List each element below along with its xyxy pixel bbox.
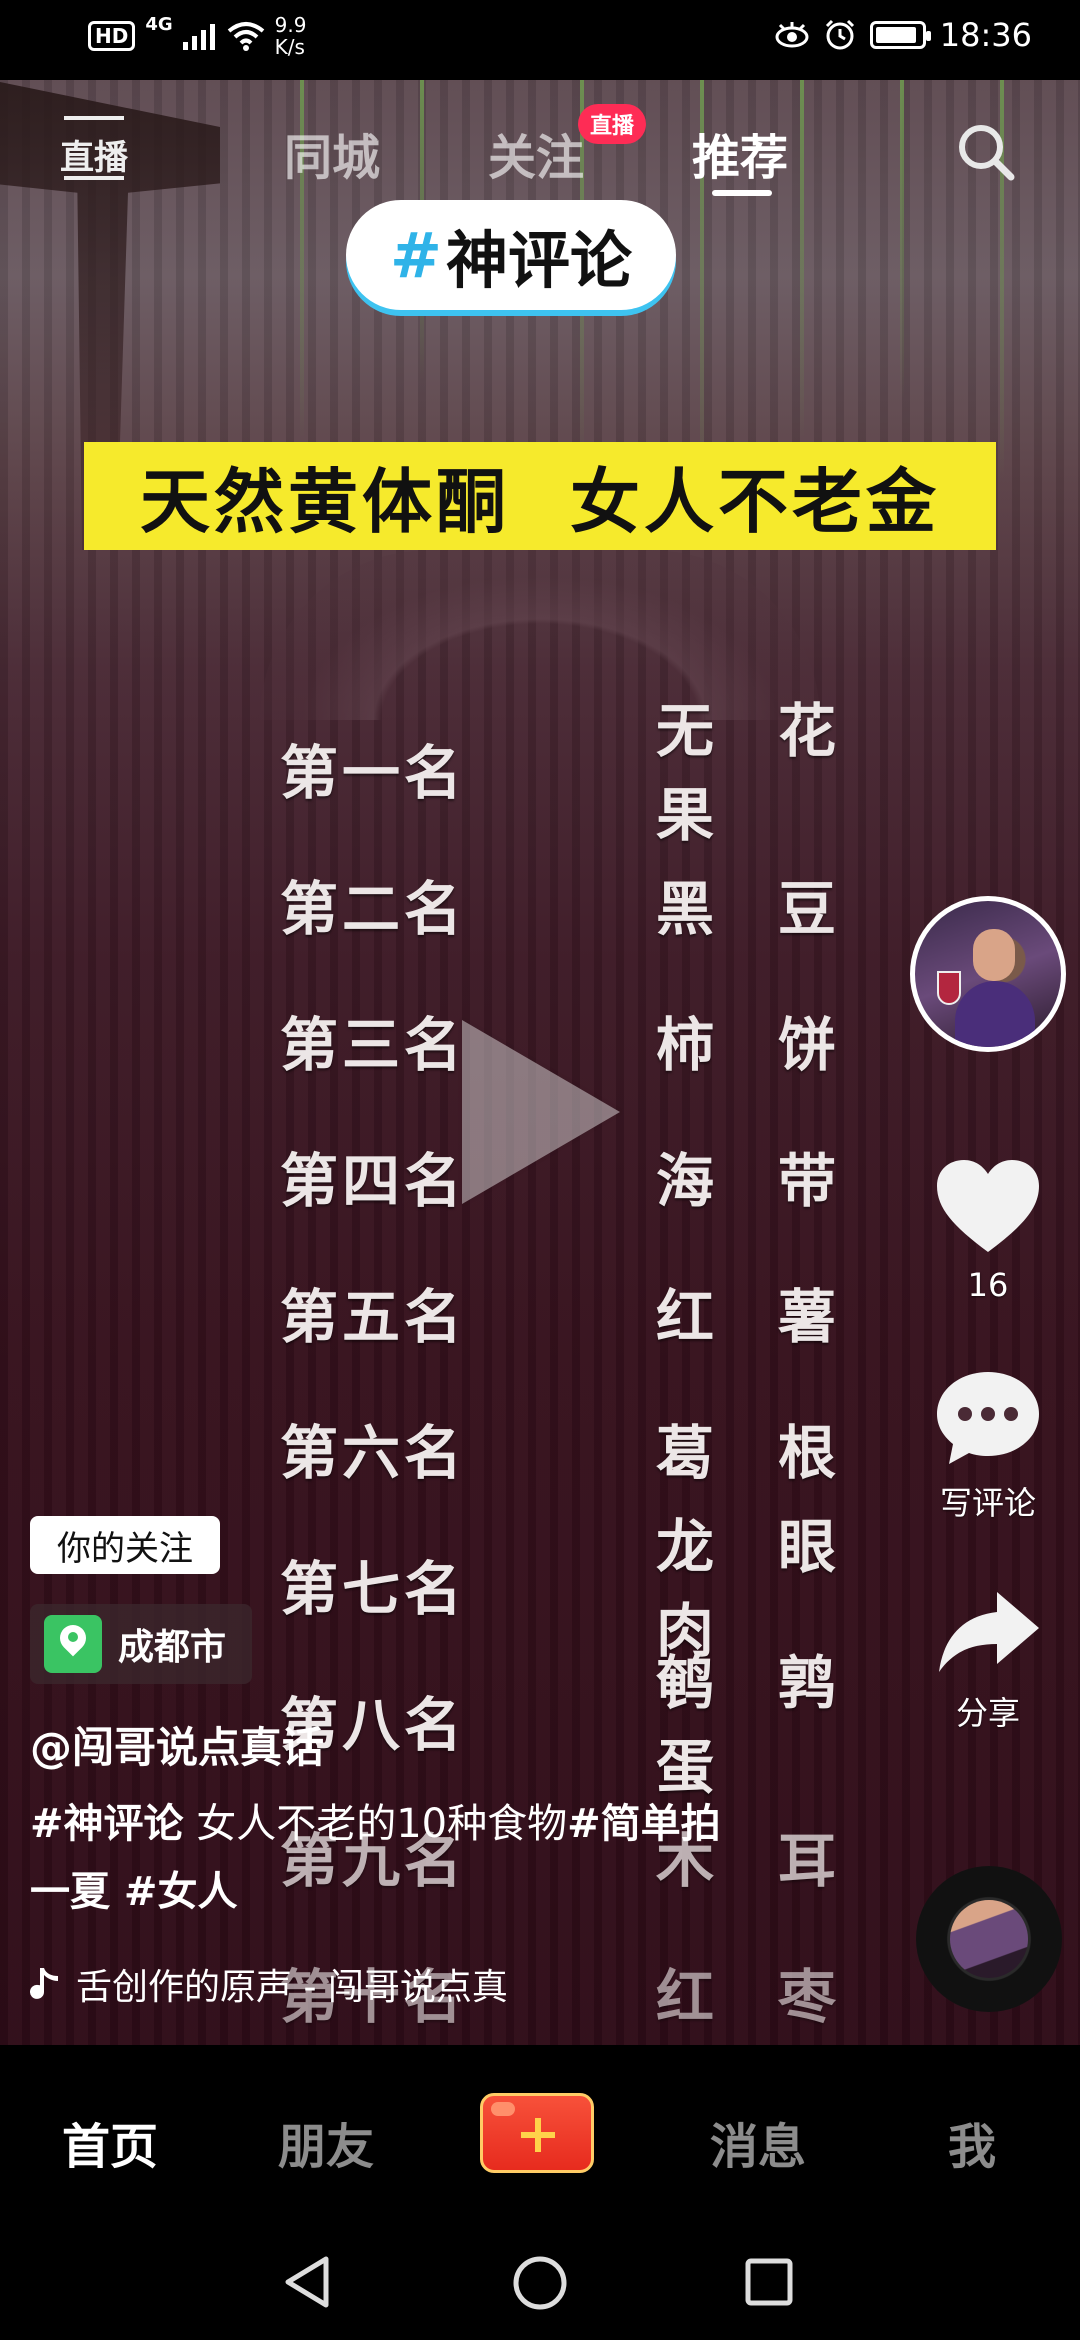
rank-label: 第二名 [280, 875, 467, 943]
comment-icon [937, 1372, 1039, 1464]
share-label: 分享 [955, 1694, 1020, 1732]
music-note-icon [30, 1968, 58, 1999]
rank-food: 柿饼 [656, 1011, 840, 1079]
rank-food: 黑豆 [656, 875, 840, 943]
location-pin-icon [44, 1615, 102, 1673]
top-nav: 直播 同城 关注 直播 推荐 [0, 80, 1080, 220]
live-icon-bar [64, 176, 124, 180]
alarm-icon [825, 19, 854, 50]
hd-icon: HD [88, 21, 136, 51]
tab-recommended[interactable]: 推荐 [692, 118, 788, 188]
music-info[interactable]: 舌创作的原声 - 闯哥说点真 [30, 1958, 508, 2010]
ranking-row: 第一名 无花果 [280, 697, 840, 849]
tab-following[interactable]: 关注 [488, 118, 584, 188]
caption-hashtag[interactable]: #女人 [110, 1869, 238, 1915]
avatar-figure [955, 981, 1035, 1047]
rank-label: 第七名 [280, 1555, 467, 1623]
create-ribbon [491, 2102, 515, 2116]
music-disc-cover [950, 1900, 1028, 1978]
rank-food: 无花果 [656, 697, 840, 849]
eye-icon [775, 22, 809, 48]
status-right: 18:36 [774, 16, 1032, 54]
share-button[interactable]: 分享 [930, 1588, 1046, 1734]
back-icon[interactable] [282, 2255, 332, 2309]
author-name[interactable]: @闯哥说点真话 [30, 1714, 324, 1775]
rank-label: 第一名 [280, 739, 467, 807]
wifi-icon [227, 22, 264, 51]
live-icon-label: 直播 [60, 138, 128, 178]
rank-label: 第五名 [280, 1283, 467, 1351]
ranking-row: 第八名 鹌鹑蛋 [280, 1649, 840, 1801]
tab-home[interactable]: 首页 [62, 2107, 158, 2177]
hashtag-symbol: # [390, 218, 442, 292]
speed-unit: K/s [274, 35, 305, 59]
banner-right: 女人不老金 [570, 459, 940, 543]
rank-label: 第六名 [280, 1419, 467, 1487]
rank-food: 红枣 [656, 1963, 840, 2031]
tab-messages[interactable]: 消息 [710, 2107, 806, 2177]
like-button[interactable]: 16 [930, 1156, 1046, 1304]
active-tab-indicator [712, 190, 772, 196]
rank-food: 红薯 [656, 1283, 840, 1351]
network-speed: 9.9 K/s [275, 14, 307, 58]
system-nav-bar [0, 2225, 1080, 2340]
comment-button[interactable]: 写评论 [930, 1368, 1046, 1524]
ranking-row: 第五名 红薯 [280, 1244, 840, 1380]
rank-food: 鹌鹑蛋 [656, 1649, 840, 1801]
avatar-wine-glass [937, 971, 961, 1005]
author-avatar[interactable] [910, 896, 1066, 1052]
comment-label: 写评论 [939, 1484, 1036, 1522]
status-left: HD 4G 9.9 K/s [88, 14, 306, 58]
rank-label: 第四名 [280, 1147, 467, 1215]
ranking-row: 第七名 龙眼肉 [280, 1513, 840, 1665]
ranking-row: 第二名 黑豆 [280, 836, 840, 972]
status-bar: HD 4G 9.9 K/s 18:36 [0, 0, 1080, 80]
location-tag[interactable]: 成都市 [30, 1604, 252, 1684]
hashtag-text: 神评论 [445, 224, 632, 297]
ranking-row: 第六名 葛根 [280, 1380, 840, 1516]
banner-left: 天然黄体酮 [140, 459, 510, 543]
music-text: 舌创作的原声 - 闯哥说点真 [76, 1967, 508, 2008]
location-text: 成都市 [118, 1627, 227, 1668]
like-count: 16 [967, 1266, 1009, 1304]
tab-friends[interactable]: 朋友 [278, 2107, 374, 2177]
title-banner: 天然黄体酮 女人不老金 [84, 442, 996, 550]
clock: 18:36 [939, 16, 1032, 54]
battery-icon [869, 21, 931, 49]
network-type: 4G [145, 14, 173, 35]
bottom-tab-bar: 首页 朋友 消息 我 [0, 2045, 1080, 2225]
signal-icon [182, 24, 215, 50]
live-button[interactable]: 直播 [60, 110, 128, 184]
share-arrow-icon [939, 1592, 1039, 1672]
tab-me[interactable]: 我 [948, 2107, 996, 2177]
music-disc[interactable] [916, 1866, 1062, 2012]
recents-icon[interactable] [744, 2257, 794, 2307]
follow-tag: 你的关注 [30, 1516, 220, 1574]
rank-food: 葛根 [656, 1419, 840, 1487]
search-icon[interactable] [956, 122, 1016, 182]
speed-value: 9.9 [274, 13, 307, 37]
caption-text: 女人不老的10种食物 [183, 1801, 568, 1847]
caption-hashtag[interactable]: #神评论 [30, 1801, 184, 1847]
rank-food: 海带 [656, 1147, 840, 1215]
battery-fill [875, 27, 916, 43]
heart-icon [937, 1160, 1039, 1252]
avatar-face [973, 929, 1015, 981]
live-icon-bar [64, 116, 124, 120]
create-button[interactable] [480, 2093, 594, 2173]
plus-icon [535, 2118, 541, 2152]
rank-label: 第三名 [280, 1011, 467, 1079]
play-icon[interactable] [462, 1020, 620, 1204]
tab-nearby[interactable]: 同城 [284, 118, 380, 188]
live-badge: 直播 [578, 104, 647, 144]
video-caption: #神评论 女人不老的10种食物#简单拍一夏 #女人 [30, 1790, 750, 1926]
home-icon[interactable] [512, 2255, 568, 2311]
